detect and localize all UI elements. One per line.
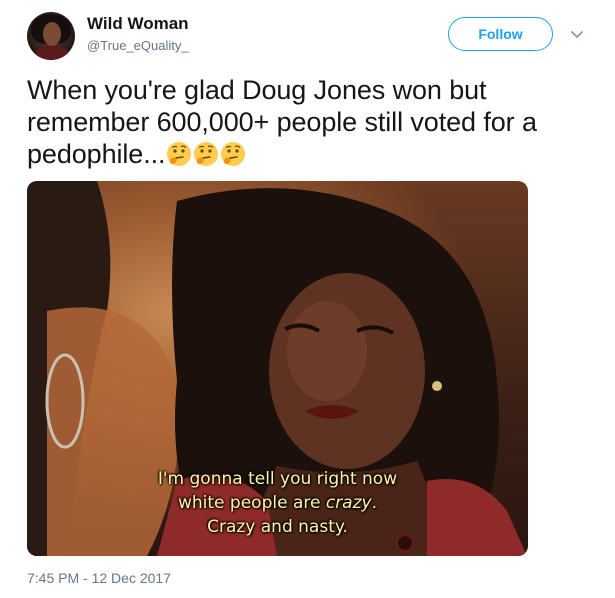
avatar-face [43, 22, 61, 46]
subtitle-line-2-period: . [371, 493, 377, 513]
thinking-face-emoji [167, 142, 192, 166]
subtitle-line-1: I'm gonna tell you right now [157, 469, 398, 489]
tweet-body: When you're glad Doug Jones won but reme… [27, 75, 537, 169]
follow-button[interactable]: Follow [448, 17, 553, 51]
subtitle-line-3: Crazy and nasty. [207, 517, 348, 537]
display-name[interactable]: Wild Woman [87, 14, 189, 34]
tweet-card: Wild Woman @True_eQuality_ Follow When y… [0, 0, 615, 598]
subtitle-line-2: white people are crazy. [27, 491, 528, 515]
avatar[interactable] [27, 12, 75, 60]
screen-name[interactable]: @True_eQuality_ [87, 38, 189, 53]
subtitle-emphasis: crazy [325, 493, 372, 513]
avatar-shirt [35, 46, 69, 60]
thinking-face-emoji [194, 142, 219, 166]
chevron-down-icon[interactable] [569, 26, 585, 42]
tweet-text: When you're glad Doug Jones won but reme… [27, 74, 587, 170]
tweet-media-image[interactable]: I'm gonna tell you right now white peopl… [27, 181, 528, 556]
thinking-face-emoji [221, 142, 246, 166]
tweet-timestamp[interactable]: 7:45 PM - 12 Dec 2017 [27, 570, 171, 586]
subtitle-line-2-text: white people are [177, 493, 326, 513]
